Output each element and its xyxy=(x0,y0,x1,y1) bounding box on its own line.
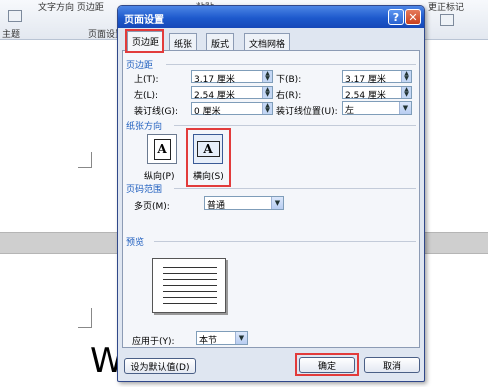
close-button[interactable]: ✕ xyxy=(405,9,421,25)
section-pages: 页码范围 xyxy=(126,185,163,195)
apply-to-select[interactable]: 本节 ▼ xyxy=(196,331,248,346)
right-margin-field[interactable]: 2.54 厘米 ▲ ▼ xyxy=(342,86,412,101)
spinner-icon[interactable]: ▲ ▼ xyxy=(262,71,272,82)
gutter-value: 0 厘米 xyxy=(194,107,221,117)
section-divider xyxy=(154,241,416,242)
page-preview xyxy=(152,258,226,313)
portrait-option[interactable]: A xyxy=(147,134,177,164)
preview-line xyxy=(163,291,217,292)
spinner-icon[interactable]: ▲ ▼ xyxy=(262,103,272,114)
landscape-option[interactable]: A xyxy=(193,134,223,164)
chevron-down-icon[interactable]: ▼ xyxy=(271,197,283,209)
help-icon: ? xyxy=(392,10,400,24)
set-default-button[interactable]: 设为默认值(D) xyxy=(124,358,196,374)
landscape-page-icon: A xyxy=(196,141,220,157)
gutter-field[interactable]: 0 厘米 ▲ ▼ xyxy=(191,102,273,117)
multiple-pages-select[interactable]: 普通 ▼ xyxy=(204,196,284,211)
top-margin-label: 上(T): xyxy=(134,75,159,85)
portrait-page-icon: A xyxy=(153,138,171,160)
ribbon-group-theme: 主题 xyxy=(2,30,21,40)
right-margin-label: 右(R): xyxy=(276,91,302,101)
tab-doc-grid[interactable]: 文档网格 xyxy=(244,33,291,50)
ribbon-tool-icon[interactable] xyxy=(440,14,454,26)
gutter-position-value: 左 xyxy=(345,106,355,116)
section-margins: 页边距 xyxy=(126,61,154,71)
ribbon-text-orientation[interactable]: 文字方向 页边距 xyxy=(38,0,104,13)
preview-line xyxy=(163,267,217,268)
apply-to-value: 本节 xyxy=(199,336,218,346)
close-icon: ✕ xyxy=(408,10,418,24)
tab-margins[interactable]: 页边距 xyxy=(127,31,165,51)
left-margin-value: 2.54 厘米 xyxy=(194,91,235,101)
spinner-icon[interactable]: ▲ ▼ xyxy=(262,87,272,98)
gutter-position-label: 装订线位置(U): xyxy=(276,107,338,117)
multiple-pages-label: 多页(M): xyxy=(134,202,170,212)
landscape-label: 横向(S) xyxy=(193,172,224,182)
left-margin-field[interactable]: 2.54 厘米 ▲ ▼ xyxy=(191,86,273,101)
page-setup-dialog: 页面设置 ? ✕ 页边距 纸张 版式 文档网格 页边距 上(T): 3.17 厘… xyxy=(117,5,425,382)
section-orientation: 纸张方向 xyxy=(126,122,163,132)
spinner-icon[interactable]: ▲ ▼ xyxy=(401,71,411,82)
page-corner-mark xyxy=(78,152,92,168)
dialog-title: 页面设置 xyxy=(124,15,164,26)
section-preview: 预览 xyxy=(126,238,145,248)
dialog-title-bar[interactable]: 页面设置 ? ✕ xyxy=(118,6,424,28)
preview-line xyxy=(163,285,217,286)
chevron-down-icon[interactable]: ▼ xyxy=(399,102,411,114)
right-margin-value: 2.54 厘米 xyxy=(345,91,386,101)
bottom-margin-value: 3.17 厘米 xyxy=(345,75,386,85)
spinner-icon[interactable]: ▲ ▼ xyxy=(401,87,411,98)
theme-icon[interactable] xyxy=(8,10,22,22)
page-corner-mark-2 xyxy=(78,308,92,328)
tab-paper[interactable]: 纸张 xyxy=(169,33,198,50)
portrait-label: 纵向(P) xyxy=(144,172,175,182)
ok-button[interactable]: 确定 xyxy=(299,357,355,373)
bottom-margin-label: 下(B): xyxy=(276,75,302,85)
section-divider xyxy=(166,64,416,65)
preview-line xyxy=(163,303,217,304)
help-button[interactable]: ? xyxy=(388,9,404,25)
section-divider xyxy=(174,188,416,189)
multiple-pages-value: 普通 xyxy=(207,201,226,211)
ribbon-text-markup[interactable]: 更正标记 xyxy=(428,0,464,13)
top-margin-value: 3.17 厘米 xyxy=(194,75,235,85)
preview-line xyxy=(163,297,217,298)
preview-line xyxy=(163,273,217,274)
section-divider xyxy=(174,125,416,126)
left-margin-label: 左(L): xyxy=(134,91,159,101)
cancel-button[interactable]: 取消 xyxy=(364,357,420,373)
gutter-position-select[interactable]: 左 ▼ xyxy=(342,101,412,116)
tab-layout[interactable]: 版式 xyxy=(206,33,235,50)
apply-to-label: 应用于(Y): xyxy=(132,337,175,347)
preview-line xyxy=(163,279,217,280)
chevron-down-icon[interactable]: ▼ xyxy=(235,332,247,344)
bottom-margin-field[interactable]: 3.17 厘米 ▲ ▼ xyxy=(342,70,412,85)
gutter-label: 装订线(G): xyxy=(134,107,179,117)
top-margin-field[interactable]: 3.17 厘米 ▲ ▼ xyxy=(191,70,273,85)
